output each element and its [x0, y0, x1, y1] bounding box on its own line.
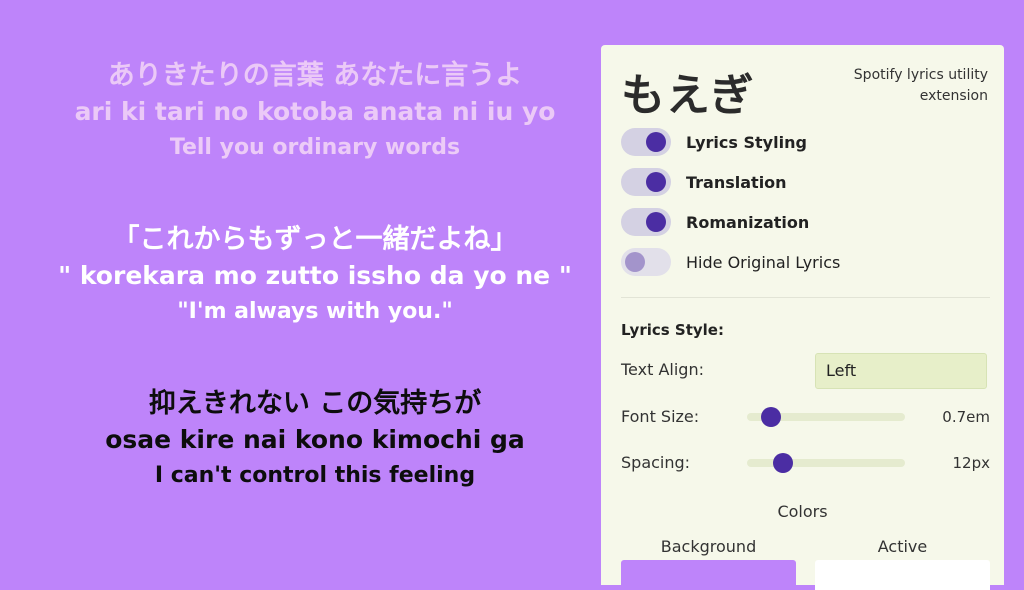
lyric-japanese: ありきたりの言葉 あなたに言うよ: [107, 60, 523, 91]
text-align-label: Text Align:: [621, 360, 704, 379]
colors-heading: Colors: [777, 502, 828, 521]
toggle-switch[interactable]: [621, 168, 671, 196]
toggle-switch[interactable]: [621, 248, 671, 276]
spacing-label: Spacing:: [621, 453, 691, 472]
font-size-label: Font Size:: [621, 407, 700, 426]
toggle-label: Romanization: [686, 212, 810, 232]
font-size-value: 0.7em: [942, 408, 990, 426]
spacing-value: 12px: [952, 454, 991, 472]
active-color-swatch[interactable]: [815, 560, 990, 590]
toggle-knob: [625, 252, 645, 272]
text-align-select[interactable]: Left: [815, 353, 987, 389]
lyric-romaji: osae kire nai kono kimochi ga: [105, 425, 525, 454]
lyric-line-active: 「これからもずっと一緒だよね」 " korekara mo zutto issh…: [0, 222, 630, 330]
font-size-slider[interactable]: [747, 407, 905, 427]
toggle-switch[interactable]: [621, 128, 671, 156]
background-color-swatch[interactable]: [621, 560, 796, 590]
lyric-romaji: " korekara mo zutto issho da yo ne ": [58, 261, 572, 290]
font-size-slider-thumb[interactable]: [760, 407, 781, 427]
toggle-label: Translation: [686, 172, 787, 192]
lyric-line-past: ありきたりの言葉 あなたに言うよ ari ki tari no kotoba a…: [0, 58, 630, 166]
lyrics-style-heading: Lyrics Style:: [621, 321, 724, 339]
toggle-knob: [646, 172, 666, 192]
lyric-translation: "I'm always with you.": [177, 299, 453, 324]
toggle-label: Hide Original Lyrics: [686, 252, 841, 272]
spacing-slider[interactable]: [747, 453, 905, 473]
toggle-translation[interactable]: Translation: [621, 166, 787, 198]
toggle-romanization[interactable]: Romanization: [621, 206, 809, 238]
toggle-knob: [646, 132, 666, 152]
toggle-lyrics-styling[interactable]: Lyrics Styling: [621, 126, 807, 158]
toggle-label: Lyrics Styling: [686, 132, 807, 152]
background-color-label: Background: [660, 537, 757, 556]
tagline: Spotify lyrics utility extension: [853, 67, 988, 104]
toggle-hide-original-lyrics[interactable]: Hide Original Lyrics: [621, 246, 840, 278]
lyrics-view: ありきたりの言葉 あなたに言うよ ari ki tari no kotoba a…: [0, 0, 630, 576]
toggle-switch[interactable]: [621, 208, 671, 236]
active-color-label: Active: [877, 537, 928, 556]
toggle-knob: [646, 212, 666, 232]
lyric-translation: I can't control this feeling: [154, 463, 476, 488]
spacing-slider-thumb[interactable]: [773, 453, 794, 473]
lyric-japanese: 「これからもずっと一緒だよね」: [112, 224, 518, 255]
lyric-line-upcoming: 抑えきれない この気持ちが osae kire nai kono kimochi…: [0, 386, 630, 494]
lyric-translation: Tell you ordinary words: [169, 135, 461, 160]
divider: [621, 297, 990, 298]
lyric-japanese: 抑えきれない この気持ちが: [148, 388, 482, 419]
brand-logo-text: もえぎ: [621, 70, 755, 121]
lyric-romaji: ari ki tari no kotoba anata ni iu yo: [74, 97, 556, 126]
extension-settings-panel: もえぎ Spotify lyrics utility extension Lyr…: [601, 45, 1004, 590]
